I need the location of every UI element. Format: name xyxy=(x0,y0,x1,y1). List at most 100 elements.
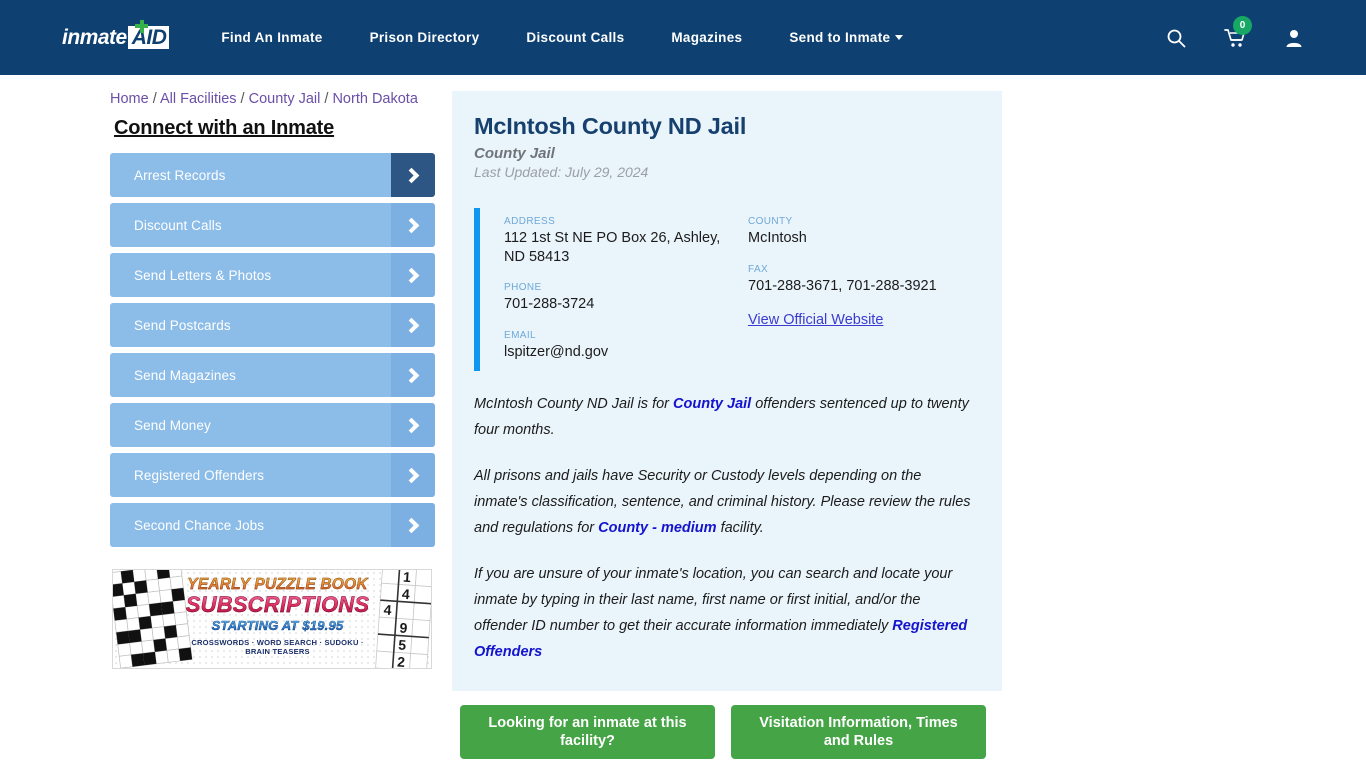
sidebar-item-send-postcards[interactable]: Send Postcards xyxy=(110,303,435,347)
contact-field-fax: FAX 701-288-3671, 701-288-3921 xyxy=(748,264,976,296)
chevron-right-icon xyxy=(391,403,435,447)
sidebar-item-label: Discount Calls xyxy=(134,217,222,233)
nav-item-magazines[interactable]: Magazines xyxy=(671,30,742,45)
field-value: 701-288-3724 xyxy=(504,296,595,312)
breadcrumb-separator: / xyxy=(236,91,249,107)
page-body: Home / All Facilities / County Jail / No… xyxy=(0,75,1366,759)
description-paragraph-3: If you are unsure of your inmate's locat… xyxy=(474,561,976,665)
nav-label: Prison Directory xyxy=(369,30,480,45)
chevron-right-icon xyxy=(391,253,435,297)
chevron-right-icon xyxy=(391,453,435,497)
nav-item-send-to-inmate[interactable]: Send to Inmate xyxy=(789,30,904,45)
sidebar-item-second-chance-jobs[interactable]: Second Chance Jobs xyxy=(110,503,435,547)
paragraph-text: facility. xyxy=(716,520,764,536)
field-value: 701-288-3671, 701-288-3921 xyxy=(748,277,937,294)
field-value: 112 1st St NE PO Box 26, Ashley, ND 5841… xyxy=(504,230,721,265)
sidebar-heading: Connect with an Inmate xyxy=(114,117,335,139)
sidebar-column: Home / All Facilities / County Jail / No… xyxy=(0,91,440,759)
sidebar-item-label: Registered Offenders xyxy=(134,467,265,483)
county-jail-link[interactable]: County Jail xyxy=(673,396,751,412)
search-button[interactable] xyxy=(1166,28,1186,48)
contact-details-block: ADDRESS 112 1st St NE PO Box 26, Ashley,… xyxy=(474,208,976,371)
breadcrumb-item-north-dakota[interactable]: North Dakota xyxy=(332,91,417,107)
primary-nav-links: Find An Inmate Prison Directory Discount… xyxy=(221,30,904,45)
looking-for-inmate-button[interactable]: Looking for an inmate at this facility? xyxy=(460,705,715,759)
account-button[interactable] xyxy=(1284,28,1304,48)
breadcrumb-item-all-facilities[interactable]: All Facilities xyxy=(160,91,237,107)
sidebar-item-label: Send Magazines xyxy=(134,367,236,383)
sidebar-item-label: Send Letters & Photos xyxy=(134,267,272,283)
puzzle-book-ad-banner[interactable]: 1 4 4 9 5 2 YEARLY PUZZLE BOOK SUBSCRIPT… xyxy=(112,569,432,669)
nav-item-prison-directory[interactable]: Prison Directory xyxy=(370,30,480,45)
cart-count-badge: 0 xyxy=(1233,15,1252,35)
sidebar-item-send-letters-photos[interactable]: Send Letters & Photos xyxy=(110,253,435,297)
facility-info-panel: McIntosh County ND Jail County Jail Last… xyxy=(452,91,1002,691)
visitation-information-button[interactable]: Visitation Information, Times and Rules xyxy=(731,705,986,759)
medical-cross-icon xyxy=(135,19,148,33)
breadcrumb-separator: / xyxy=(148,91,160,107)
sudoku-digit: 4 xyxy=(401,586,410,603)
field-label: EMAIL xyxy=(504,329,537,341)
contact-column-left: ADDRESS 112 1st St NE PO Box 26, Ashley,… xyxy=(504,216,740,361)
cta-button-row: Looking for an inmate at this facility? … xyxy=(452,705,1366,759)
nav-label: Magazines xyxy=(671,30,743,45)
ad-line-4: CROSSWORDS · WORD SEARCH · SUDOKU · BRAI… xyxy=(191,638,364,656)
field-label: PHONE xyxy=(504,282,542,293)
description-paragraph-2: All prisons and jails have Security or C… xyxy=(474,463,976,541)
site-logo[interactable]: inmate AID xyxy=(62,19,170,53)
description-paragraph-1: McIntosh County ND Jail is for County Ja… xyxy=(474,391,976,443)
sidebar-item-arrest-records[interactable]: Arrest Records xyxy=(110,153,435,197)
nav-item-discount-calls[interactable]: Discount Calls xyxy=(526,30,624,45)
sudoku-digit: 4 xyxy=(383,601,392,618)
chevron-right-icon xyxy=(391,503,435,547)
page-title: McIntosh County ND Jail xyxy=(474,113,747,139)
search-icon xyxy=(1167,29,1186,47)
logo-text-primary: inmate xyxy=(62,25,127,49)
breadcrumb-item-home[interactable]: Home xyxy=(110,91,149,107)
main-content-column: McIntosh County ND Jail County Jail Last… xyxy=(440,91,1366,759)
logo-text-secondary: AID xyxy=(127,26,170,49)
cart-button[interactable]: 0 xyxy=(1224,15,1252,48)
sidebar-item-registered-offenders[interactable]: Registered Offenders xyxy=(110,453,435,497)
account-icon xyxy=(1286,29,1302,47)
sidebar-item-label: Send Postcards xyxy=(134,317,231,333)
field-value: lspitzer@nd.gov xyxy=(504,343,609,360)
sudoku-grid-icon: 1 4 4 9 5 2 xyxy=(375,569,431,669)
chevron-right-icon xyxy=(391,303,435,347)
ad-text-block: YEARLY PUZZLE BOOK SUBSCRIPTIONS STARTIN… xyxy=(185,576,370,656)
contact-field-phone: PHONE 701-288-3724 xyxy=(504,282,740,314)
paragraph-text: McIntosh County ND Jail is for xyxy=(474,396,674,412)
breadcrumb: Home / All Facilities / County Jail / No… xyxy=(110,91,440,107)
ad-line-2: SUBSCRIPTIONS xyxy=(185,592,370,617)
field-label: FAX xyxy=(748,263,769,275)
nav-icon-group: 0 xyxy=(1128,0,1304,75)
sidebar-item-discount-calls[interactable]: Discount Calls xyxy=(110,203,435,247)
paragraph-text: If you are unsure of your inmate's locat… xyxy=(474,566,953,634)
chevron-right-icon xyxy=(391,353,435,397)
field-value: McIntosh xyxy=(748,230,807,246)
sidebar-item-label: Second Chance Jobs xyxy=(134,517,265,533)
sudoku-digit: 5 xyxy=(398,637,407,654)
nav-label: Send to Inmate xyxy=(789,30,891,45)
sudoku-digit: 9 xyxy=(399,620,408,637)
sidebar-item-label: Send Money xyxy=(134,417,211,433)
sudoku-digit: 1 xyxy=(403,569,412,585)
top-navigation-bar: inmate AID Find An Inmate Prison Directo… xyxy=(0,0,1366,75)
contact-column-right: COUNTY McIntosh FAX 701-288-3671, 701-28… xyxy=(740,216,976,361)
ad-line-3: STARTING AT $19.95 xyxy=(185,618,370,633)
chevron-down-icon xyxy=(895,35,904,40)
nav-label: Discount Calls xyxy=(526,30,625,45)
sidebar-item-send-magazines[interactable]: Send Magazines xyxy=(110,353,435,397)
last-updated-text: Last Updated: July 29, 2024 xyxy=(474,164,649,180)
chevron-right-icon xyxy=(391,203,435,247)
sudoku-digit: 2 xyxy=(397,654,406,669)
sidebar-item-send-money[interactable]: Send Money xyxy=(110,403,435,447)
view-official-website-link[interactable]: View Official Website xyxy=(748,312,883,328)
field-label: COUNTY xyxy=(748,216,793,227)
contact-field-county: COUNTY McIntosh xyxy=(748,216,976,248)
contact-field-email: EMAIL lspitzer@nd.gov xyxy=(504,330,740,362)
nav-item-find-an-inmate[interactable]: Find An Inmate xyxy=(221,30,322,45)
county-medium-link[interactable]: County - medium xyxy=(598,520,716,536)
breadcrumb-item-county-jail[interactable]: County Jail xyxy=(249,91,321,107)
nav-label: Find An Inmate xyxy=(221,30,323,45)
